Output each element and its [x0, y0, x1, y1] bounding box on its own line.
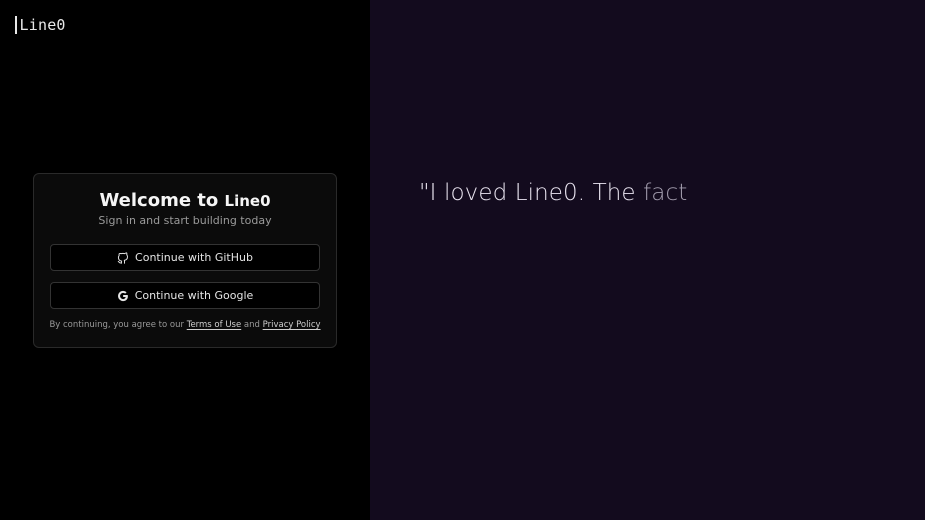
welcome-title-prefix: Welcome to — [99, 190, 219, 211]
google-button-label: Continue with Google — [134, 289, 254, 302]
legal-joiner: and — [243, 320, 260, 330]
welcome-subtitle: Sign in and start building today — [98, 214, 272, 227]
testimonial-panel: "I loved Line0. The fact — [370, 0, 925, 520]
continue-with-google-button[interactable]: Continue with Google — [50, 282, 320, 309]
logo[interactable]: Line0 — [15, 16, 66, 34]
terms-of-use-link[interactable]: Terms of Use — [187, 320, 242, 330]
testimonial-quote: "I loved Line0. The fact — [419, 179, 687, 207]
privacy-policy-link[interactable]: Privacy Policy — [263, 320, 321, 330]
google-icon — [117, 290, 128, 301]
legal-notice: By continuing, you agree to our Terms of… — [34, 320, 336, 331]
welcome-title: Welcome to Line0 — [34, 189, 336, 213]
welcome-title-brand: Line0 — [224, 192, 271, 210]
logo-cursor-bar — [15, 16, 17, 34]
testimonial-quote-main: "I loved Line0. The — [419, 180, 636, 206]
github-button-label: Continue with GitHub — [135, 251, 253, 264]
auth-card: Welcome to Line0 Sign in and start build… — [33, 173, 337, 348]
github-icon — [117, 251, 129, 264]
logo-text: Line0 — [19, 16, 66, 34]
continue-with-github-button[interactable]: Continue with GitHub — [50, 244, 320, 271]
sign-in-panel: Line0 Welcome to Line0 Sign in and start… — [0, 0, 370, 520]
testimonial-quote-fading: fact — [643, 180, 688, 206]
legal-prefix: By continuing, you agree to our — [49, 320, 184, 330]
